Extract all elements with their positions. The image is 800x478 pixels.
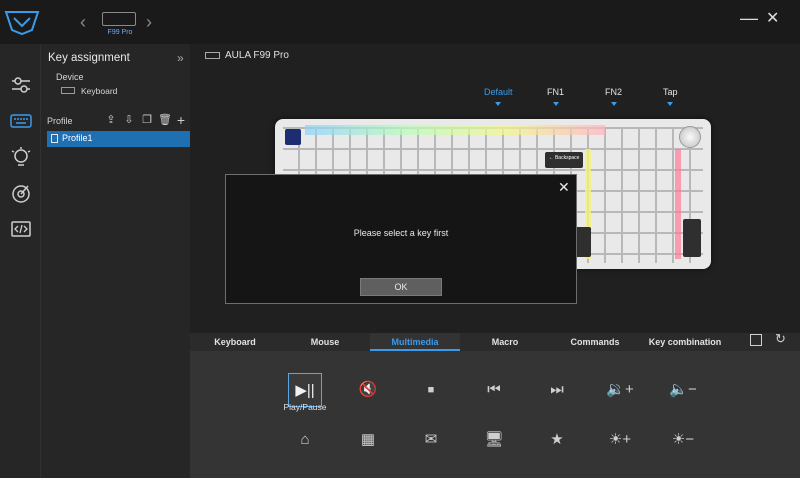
- copy-icon[interactable]: ❐: [141, 114, 153, 126]
- chevron-down-icon: [495, 102, 501, 106]
- advanced-code-icon[interactable]: [10, 218, 32, 240]
- tab-commands[interactable]: Commands: [550, 333, 640, 351]
- close-dialog-icon[interactable]: ✕: [558, 179, 570, 196]
- calculator-icon[interactable]: ▦: [351, 423, 385, 457]
- next-track-icon[interactable]: ⏭: [540, 373, 574, 407]
- collapse-panel-icon[interactable]: »: [177, 51, 184, 65]
- panel-title: Key assignment: [48, 52, 130, 64]
- layer-tab-fn1[interactable]: FN1: [547, 87, 564, 97]
- numpad-enter-key[interactable]: [683, 219, 701, 257]
- next-device-button[interactable]: ›: [146, 12, 152, 33]
- tab-multimedia[interactable]: Multimedia: [370, 333, 460, 351]
- my-computer-icon[interactable]: 🖥: [477, 423, 511, 457]
- key-assignment-icon[interactable]: [10, 110, 32, 132]
- device-header: AULA F99 Pro: [225, 50, 289, 61]
- tab-mouse[interactable]: Mouse: [280, 333, 370, 351]
- key-assignment-panel: Key assignment » Device Keyboard Profile…: [40, 44, 191, 478]
- rgb-glow: [675, 149, 681, 259]
- home-icon[interactable]: ⌂: [288, 423, 322, 457]
- chevron-down-icon: [553, 102, 559, 106]
- file-icon: [51, 134, 58, 143]
- reset-icon[interactable]: ↻: [775, 331, 786, 347]
- tab-macro[interactable]: Macro: [460, 333, 550, 351]
- profile-item[interactable]: Profile1: [47, 131, 191, 147]
- stop-icon[interactable]: ■: [414, 373, 448, 407]
- performance-icon[interactable]: [10, 182, 32, 204]
- keyboard-thumbnail-icon[interactable]: [102, 12, 136, 26]
- left-icon-bar: [0, 44, 40, 478]
- save-icon[interactable]: [750, 334, 762, 346]
- plus-icon[interactable]: +: [175, 113, 187, 127]
- chevron-down-icon: [611, 102, 617, 106]
- function-tab-bar: Keyboard Mouse Multimedia Macro Commands…: [190, 333, 800, 351]
- export-icon[interactable]: ⇪: [105, 114, 117, 126]
- brightness-down-icon[interactable]: ☀−: [666, 423, 700, 457]
- close-window-button[interactable]: ✕: [766, 8, 779, 28]
- tab-keyboard[interactable]: Keyboard: [190, 333, 280, 351]
- device-thumbnail-label: F99 Pro: [107, 29, 133, 36]
- backspace-key-label: ← Backspace: [548, 155, 580, 161]
- multimedia-panel: ▶|| Play/Pause 🔇 ■ ⏮ ⏭ 🔉+ 🔈− ⌂ ▦ ✉ 🖥 ★ ☀…: [190, 351, 800, 478]
- keyboard-icon: [205, 52, 220, 59]
- device-name[interactable]: Keyboard: [81, 86, 117, 96]
- layer-tab-fn2[interactable]: FN2: [605, 87, 622, 97]
- previous-track-icon[interactable]: ⏮: [477, 373, 511, 407]
- alert-dialog: ✕ Please select a key first OK: [225, 174, 577, 304]
- esc-key[interactable]: [285, 129, 301, 145]
- layer-tab-default[interactable]: Default: [484, 87, 513, 97]
- tab-key-combination[interactable]: Key combination: [640, 333, 730, 351]
- favorites-icon[interactable]: ★: [540, 423, 574, 457]
- volume-knob[interactable]: [679, 126, 701, 148]
- title-bar: ‹ F99 Pro › — ✕: [0, 0, 800, 44]
- dialog-message: Please select a key first: [353, 228, 449, 238]
- chevron-down-icon: [667, 102, 673, 106]
- rgb-glow: [305, 125, 605, 135]
- profile-item-label: Profile1: [62, 133, 93, 143]
- import-icon[interactable]: ⇩: [123, 114, 135, 126]
- brightness-up-icon[interactable]: ☀+: [603, 423, 637, 457]
- previous-device-button[interactable]: ‹: [80, 12, 86, 33]
- volume-up-icon[interactable]: 🔉+: [603, 373, 637, 407]
- trash-icon[interactable]: 🗑: [158, 114, 172, 126]
- keyboard-icon: [61, 87, 75, 94]
- play-pause-label: Play/Pause: [283, 402, 327, 412]
- lighting-icon[interactable]: [10, 146, 32, 168]
- device-label: Device: [56, 72, 84, 82]
- ok-button[interactable]: OK: [360, 278, 442, 296]
- mute-icon[interactable]: 🔇: [351, 373, 385, 407]
- sliders-icon[interactable]: [10, 74, 32, 96]
- layer-tab-tap[interactable]: Tap: [663, 87, 678, 97]
- minimize-button[interactable]: —: [740, 8, 758, 29]
- volume-down-icon[interactable]: 🔈−: [666, 373, 700, 407]
- profile-label: Profile: [47, 116, 73, 126]
- aula-logo-icon: [4, 11, 40, 36]
- mail-icon[interactable]: ✉: [414, 423, 448, 457]
